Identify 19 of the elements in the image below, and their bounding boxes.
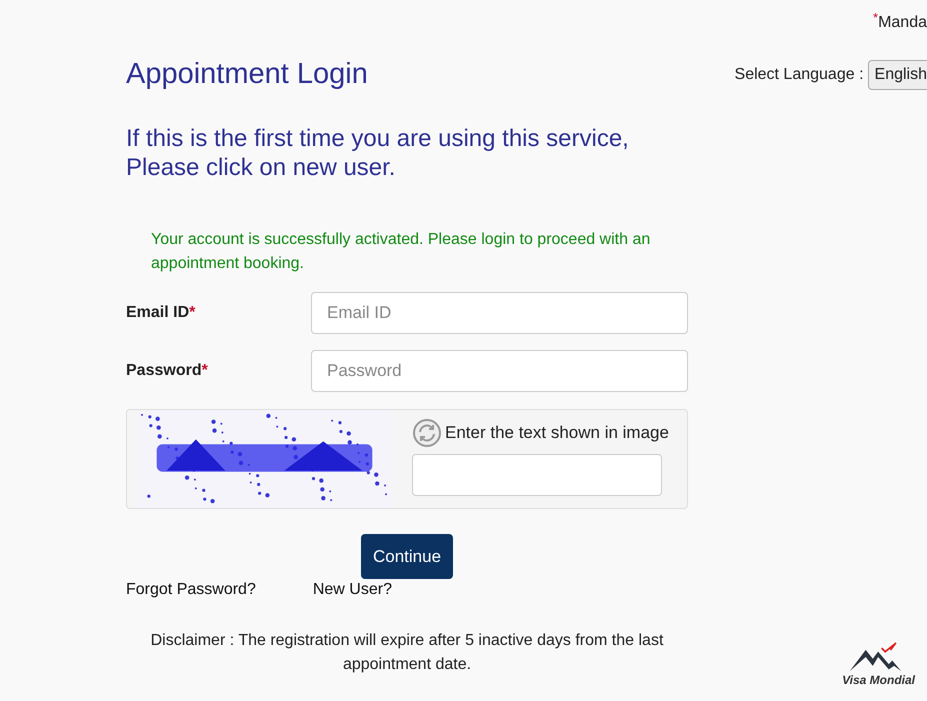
intro-text: If this is the first time you are using this service, <box>126 124 630 153</box>
language-label: Select Language : <box>734 66 864 84</box>
mandatory-note: $^{*}$Manda <box>873 10 927 32</box>
page-title: Appointment Login <box>126 57 369 92</box>
disclaimer-text: Disclaimer : The registration will expire after 5 inactive days from the last appointment date. <box>150 631 664 675</box>
text-link[interactable]: Forgot Password? <box>126 581 256 599</box>
field-label: Password* <box>126 362 209 380</box>
logo-text: Visa Mondial <box>842 673 915 687</box>
input-field[interactable]: Password <box>311 350 688 392</box>
captcha-prompt: Enter the text shown in image <box>445 423 669 443</box>
field-label: Email ID* <box>126 304 196 322</box>
intro-text: Please click on new user. <box>126 153 396 182</box>
success-message: Your account is successfully activated. Please login to proceed with an appointment booking. <box>151 230 652 274</box>
language-select[interactable]: English <box>868 60 927 90</box>
input-field[interactable]: Email ID <box>311 292 688 334</box>
continue-button[interactable]: Continue <box>360 534 454 579</box>
refresh-icon[interactable] <box>412 418 442 448</box>
text-link[interactable]: New User? <box>312 581 392 599</box>
captcha-input[interactable] <box>412 454 662 496</box>
